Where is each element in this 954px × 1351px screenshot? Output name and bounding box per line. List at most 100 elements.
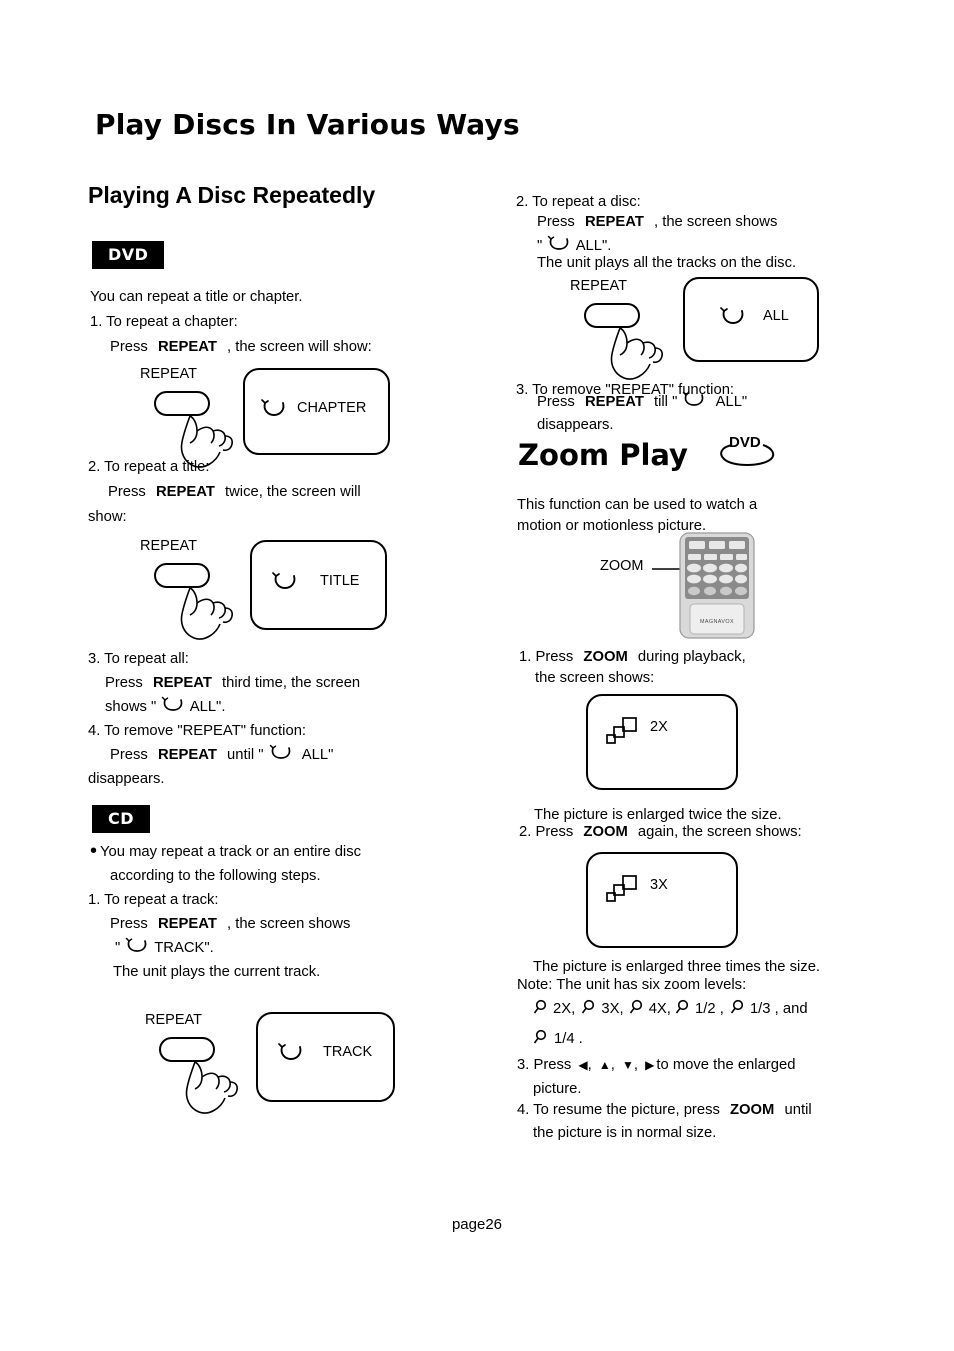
disc-badge-dvd: DVD xyxy=(92,241,165,269)
level-quarter: 1/4 . xyxy=(554,1031,583,1047)
screen-display-3x: 3X xyxy=(586,852,738,948)
cd-step1-heading: 1. To repeat a track: xyxy=(88,892,219,908)
bullet-dot-icon: • xyxy=(90,840,98,862)
magnifier-icon xyxy=(533,1029,547,1044)
magnifier-icon xyxy=(582,999,595,1014)
cd-step1-body: Press REPEAT , the screen shows xyxy=(110,912,350,937)
step1-tail: , the screen will show: xyxy=(227,339,372,355)
press-word: Press xyxy=(108,484,146,500)
all-quote: ALL" xyxy=(301,747,334,763)
page-number: page26 xyxy=(451,1216,503,1233)
dvd-step1-heading: 1. To repeat a chapter: xyxy=(90,314,238,330)
page-title: Play Discs In Various Ways xyxy=(95,108,520,141)
screen-label-3x: 3X xyxy=(650,877,668,893)
level-4x: 4X, xyxy=(648,1001,671,1017)
key-repeat: REPEAT xyxy=(157,916,217,932)
repeat-loop-icon xyxy=(261,399,285,416)
dvd-step2-heading: 2. To repeat a title: xyxy=(88,459,210,475)
press-word: Press xyxy=(110,747,148,763)
screen-display-2x: 2X xyxy=(586,694,738,790)
cd-bullet-text: You may repeat a track or an entire disc xyxy=(100,844,362,860)
cd-step1-line2: " TRACK". xyxy=(115,936,214,961)
section-title-playing-repeatedly: Playing A Disc Repeatedly xyxy=(88,182,376,208)
repeat-loop-icon xyxy=(272,572,296,589)
zoom-step4-body: 4. To resume the picture, press ZOOM unt… xyxy=(517,1098,812,1123)
zoom-step3-body: 3. Press ◀, ▲, ▼, ▶ to move the enlarged xyxy=(517,1053,795,1078)
screen-label-track: TRACK xyxy=(323,1044,373,1060)
step3-tail: third time, the screen xyxy=(222,675,361,691)
screen-label-2x: 2X xyxy=(650,719,668,735)
shows-quote: shows " xyxy=(105,699,157,715)
key-repeat: REPEAT xyxy=(584,394,644,410)
down-triangle-icon: ▼ xyxy=(622,1058,634,1072)
screen-label-title: TITLE xyxy=(320,573,360,589)
level-half: 1/2 , xyxy=(695,1001,724,1017)
screen-display-chapter: CHAPTER xyxy=(243,368,390,455)
cd-bullet-line2: according to the following steps. xyxy=(110,868,321,884)
level-third: 1/3 , and xyxy=(749,1001,808,1017)
track-quote: TRACK". xyxy=(154,940,214,956)
right-step2-line3: The unit plays all the tracks on the dis… xyxy=(537,255,797,271)
zoom-step1-line2: the screen shows: xyxy=(535,670,655,686)
level-2x: 2X, xyxy=(553,1001,576,1017)
open-quote: " xyxy=(115,940,121,956)
dvd-step1-body: Press REPEAT , the screen will show: xyxy=(110,335,372,360)
screen-label-all: ALL xyxy=(763,308,789,324)
manual-page: Play Discs In Various Ways Playing A Dis… xyxy=(0,0,954,1351)
repeat-button-caption: REPEAT xyxy=(145,1012,202,1028)
magnifier-icon xyxy=(533,999,547,1014)
right-step3-body: Press REPEAT till " ALL" xyxy=(537,390,747,415)
press-word: 2. Press xyxy=(519,824,574,840)
dvd-step4-body: Press REPEAT until " ALL" xyxy=(110,743,333,768)
right-step3-line2: disappears. xyxy=(537,417,614,433)
repeat-loop-icon xyxy=(278,1043,302,1060)
repeat-loop-icon xyxy=(162,696,183,711)
dvd-intro-text: You can repeat a title or chapter. xyxy=(90,289,303,305)
press-word: Press xyxy=(537,394,575,410)
key-repeat: REPEAT xyxy=(157,747,217,763)
remote-control-illustration: MAGNAVOX xyxy=(676,532,760,640)
dvd-step3-body: Press REPEAT third time, the screen xyxy=(105,671,360,696)
key-repeat: REPEAT xyxy=(155,484,215,500)
until-quote: until " xyxy=(227,747,264,763)
key-repeat: REPEAT xyxy=(157,339,217,355)
left-triangle-icon: ◀ xyxy=(578,1058,588,1072)
zoom-step4-line2: the picture is in normal size. xyxy=(533,1125,717,1141)
press-word: Press xyxy=(110,916,148,932)
dvd-badge-label: DVD xyxy=(729,434,761,451)
magnifier-icon xyxy=(730,999,744,1014)
section-title-zoom-play: Zoom Play xyxy=(518,438,688,472)
screen-label-chapter: CHAPTER xyxy=(297,400,367,416)
level-3x: 3X, xyxy=(601,1001,624,1017)
key-zoom: ZOOM xyxy=(583,824,628,840)
dvd-step3-heading: 3. To repeat all: xyxy=(88,651,189,667)
press-word: Press xyxy=(105,675,143,691)
key-repeat: REPEAT xyxy=(152,675,212,691)
repeat-loop-icon xyxy=(720,307,744,324)
zoom-steps-icon xyxy=(606,717,637,744)
repeat-button-caption: REPEAT xyxy=(570,278,627,294)
repeat-loop-icon xyxy=(683,391,704,406)
magnifier-icon xyxy=(675,999,689,1014)
cd-step1-tail: , the screen shows xyxy=(227,916,351,932)
comma-1: , xyxy=(587,1057,592,1073)
right-step2-body: Press REPEAT , the screen shows xyxy=(537,210,777,235)
zoom-step4-head: 4. To resume the picture, press xyxy=(517,1102,720,1118)
press-word: Press xyxy=(537,214,575,230)
cd-bullet-line1: • You may repeat a track or an entire dis… xyxy=(90,840,361,865)
svg-text:MAGNAVOX: MAGNAVOX xyxy=(700,619,734,625)
zoom-levels-line1: 2X, 3X, 4X, 1/2 , 1/3 , and xyxy=(533,997,808,1022)
press-word: 3. Press xyxy=(517,1057,572,1073)
dvd-step2-line2: show: xyxy=(88,509,127,525)
zoom-levels-line2: 1/4 . xyxy=(533,1027,583,1052)
screen-display-track: TRACK xyxy=(256,1012,395,1102)
cd-step1-line3: The unit plays the current track. xyxy=(113,964,321,980)
repeat-loop-icon xyxy=(548,235,569,250)
repeat-button-caption: REPEAT xyxy=(140,366,197,382)
dvd-step2-body: Press REPEAT twice, the screen will xyxy=(108,480,361,505)
up-triangle-icon: ▲ xyxy=(598,1058,611,1072)
comma-3: , xyxy=(633,1057,639,1073)
key-zoom: ZOOM xyxy=(583,649,628,665)
dvd-step3-line2: shows " ALL". xyxy=(105,695,225,720)
right-triangle-icon: ▶ xyxy=(645,1058,655,1072)
